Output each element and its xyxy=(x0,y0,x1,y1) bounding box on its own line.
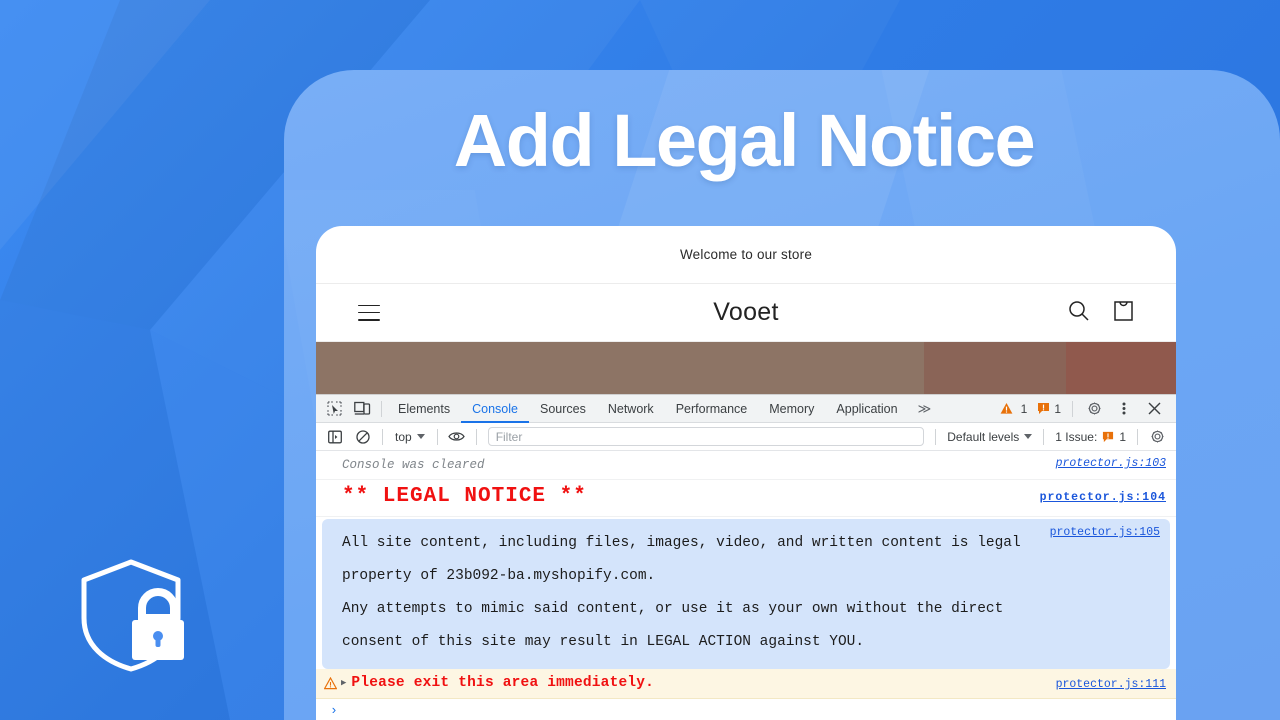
shield-lock-icon xyxy=(76,556,186,674)
hamburger-menu-icon[interactable] xyxy=(358,304,380,321)
divider xyxy=(475,428,477,445)
devtools-toolbar-right: 1 1 xyxy=(996,397,1172,421)
error-count: 1 xyxy=(1054,401,1061,416)
log-levels-label: Default levels xyxy=(947,429,1020,444)
divider xyxy=(1043,428,1045,445)
store-header: Vooet xyxy=(316,284,1176,342)
hero-band-3 xyxy=(1066,342,1176,394)
chevron-down-icon xyxy=(416,434,425,439)
gear-icon[interactable] xyxy=(1080,397,1108,421)
divider xyxy=(382,428,383,445)
prompt-symbol: › xyxy=(330,703,338,718)
clear-console-icon[interactable] xyxy=(349,425,377,449)
live-expression-eye-icon[interactable] xyxy=(443,425,471,449)
error-count-badge[interactable]: 1 xyxy=(1033,402,1065,416)
inspect-element-icon[interactable] xyxy=(320,397,348,421)
error-square-icon xyxy=(1038,403,1050,414)
chevron-down-icon xyxy=(1024,434,1033,439)
announcement-bar: Welcome to our store xyxy=(316,226,1176,284)
console-prompt[interactable]: › xyxy=(316,699,1176,720)
console-row-legal-body[interactable]: protector.js:105 All site content, inclu… xyxy=(322,519,1170,669)
execution-context-select[interactable]: top xyxy=(388,430,432,444)
log-levels-select[interactable]: Default levels xyxy=(941,430,1038,444)
issues-label: 1 Issue: xyxy=(1055,429,1098,444)
close-icon[interactable] xyxy=(1140,397,1168,421)
legal-body-line: All site content, including files, image… xyxy=(342,535,1021,551)
execution-context-label: top xyxy=(395,429,412,444)
divider xyxy=(935,428,937,445)
browser-window: Welcome to our store Vooet Elements Cons… xyxy=(316,226,1176,720)
warning-count-badge[interactable]: 1 xyxy=(996,402,1032,416)
warning-triangle-icon xyxy=(1000,403,1013,414)
console-sidebar-icon[interactable] xyxy=(321,425,349,449)
tab-memory[interactable]: Memory xyxy=(758,395,825,423)
error-square-icon xyxy=(1103,431,1114,442)
console-row-warning[interactable]: ▶ Please exit this area immediately. pro… xyxy=(316,669,1176,699)
tab-sources[interactable]: Sources xyxy=(529,395,597,423)
issues-button[interactable]: 1 Issue: 1 xyxy=(1049,430,1132,444)
more-tabs-icon[interactable]: ≫ xyxy=(909,401,940,417)
warning-count: 1 xyxy=(1020,401,1028,416)
source-link[interactable]: protector.js:104 xyxy=(1040,483,1166,513)
source-link[interactable]: protector.js:105 xyxy=(1050,522,1160,543)
console-row-cleared[interactable]: Console was cleared protector.js:103 xyxy=(316,451,1176,480)
page-title: Add Legal Notice xyxy=(453,99,1036,182)
tab-performance[interactable]: Performance xyxy=(665,395,759,423)
hero-band-2 xyxy=(924,342,1066,394)
legal-body-line: property of 23b092-ba.myshopify.com. xyxy=(342,568,656,584)
issues-count: 1 xyxy=(1119,429,1126,444)
tab-network[interactable]: Network xyxy=(597,395,665,423)
console-cleared-message: Console was cleared xyxy=(342,458,485,472)
tab-elements[interactable]: Elements xyxy=(387,395,461,423)
console-settings-gear-icon[interactable] xyxy=(1143,425,1171,449)
search-icon[interactable] xyxy=(1068,300,1089,326)
divider xyxy=(1137,428,1138,445)
legal-body-line: consent of this site may result in LEGAL… xyxy=(342,634,865,650)
divider xyxy=(436,428,438,445)
warning-message: Please exit this area immediately. xyxy=(351,675,655,691)
divider xyxy=(381,400,382,417)
store-header-actions xyxy=(1068,299,1134,327)
console-filter-toolbar: top Default levels 1 Issue: 1 xyxy=(316,423,1176,451)
source-link[interactable]: protector.js:103 xyxy=(1056,454,1166,474)
devtools-tabbar: Elements Console Sources Network Perform… xyxy=(316,395,1176,423)
kebab-menu-icon[interactable] xyxy=(1110,397,1138,421)
filter-input[interactable] xyxy=(487,427,925,446)
legal-body-line: Any attempts to mimic said content, or u… xyxy=(342,601,1004,617)
source-link[interactable]: protector.js:111 xyxy=(1056,674,1166,695)
console-message-list: Console was cleared protector.js:103 ** … xyxy=(316,451,1176,720)
divider xyxy=(1072,400,1073,417)
device-toolbar-icon[interactable] xyxy=(348,397,376,421)
store-name: Vooet xyxy=(713,298,779,326)
devtools-panel: Elements Console Sources Network Perform… xyxy=(316,394,1176,720)
hero-band-1 xyxy=(316,342,924,394)
warning-triangle-icon xyxy=(324,677,337,690)
tab-application[interactable]: Application xyxy=(825,395,908,423)
shopping-cart-icon[interactable] xyxy=(1113,299,1134,327)
tab-console[interactable]: Console xyxy=(461,395,529,423)
console-row-legal-title[interactable]: ** LEGAL NOTICE ** protector.js:104 xyxy=(316,480,1176,517)
hero-image-strip xyxy=(316,342,1176,394)
disclosure-triangle-icon[interactable]: ▶ xyxy=(341,673,346,694)
legal-notice-title: ** LEGAL NOTICE ** xyxy=(342,485,587,508)
